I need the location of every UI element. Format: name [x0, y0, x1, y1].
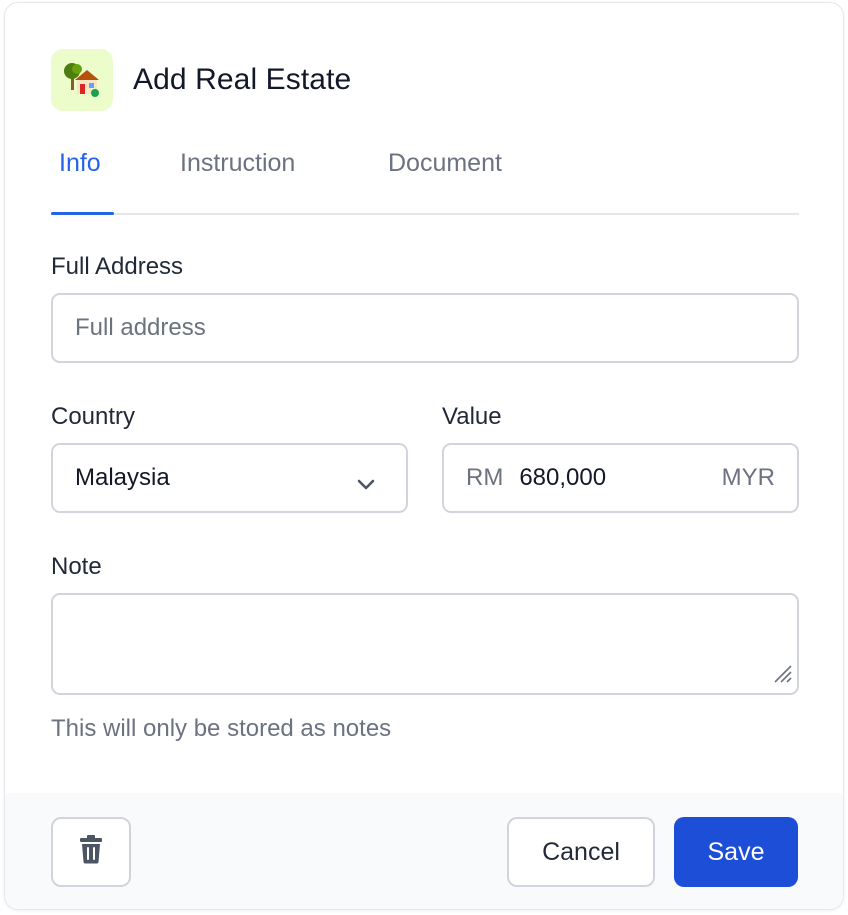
value-field[interactable]: RM 680,000 MYR [442, 443, 799, 513]
modal-header: Add Real Estate [51, 49, 351, 111]
trash-icon [79, 834, 103, 871]
full-address-label: Full Address [51, 253, 184, 280]
note-label: Note [51, 553, 102, 580]
value-label: Value [442, 403, 502, 430]
tab-instruction[interactable]: Instruction [180, 149, 295, 178]
delete-button[interactable] [51, 817, 131, 887]
currency-prefix: RM [466, 464, 504, 491]
tab-document[interactable]: Document [388, 149, 502, 178]
save-button[interactable]: Save [674, 817, 798, 887]
modal-footer: Cancel Save [5, 793, 843, 909]
note-help-text: This will only be stored as notes [51, 715, 392, 742]
resize-handle-icon[interactable] [771, 662, 793, 689]
chevron-down-icon [356, 471, 376, 499]
active-tab-indicator [51, 212, 114, 215]
house-with-tree-icon [51, 49, 113, 111]
modal-title: Add Real Estate [133, 63, 352, 96]
note-textarea[interactable] [51, 593, 799, 695]
tab-info[interactable]: Info [59, 149, 101, 178]
full-address-field-wrapper [51, 293, 799, 363]
add-real-estate-modal: Add Real Estate Info Instruction Documen… [4, 2, 844, 910]
country-selected-value: Malaysia [75, 464, 170, 491]
full-address-input[interactable] [75, 314, 775, 342]
value-amount: 680,000 [519, 464, 607, 491]
currency-suffix: MYR [721, 464, 775, 491]
cancel-button[interactable]: Cancel [507, 817, 655, 887]
tab-bar: Info Instruction Document [51, 133, 799, 215]
country-select[interactable]: Malaysia [51, 443, 408, 513]
country-label: Country [51, 403, 136, 430]
